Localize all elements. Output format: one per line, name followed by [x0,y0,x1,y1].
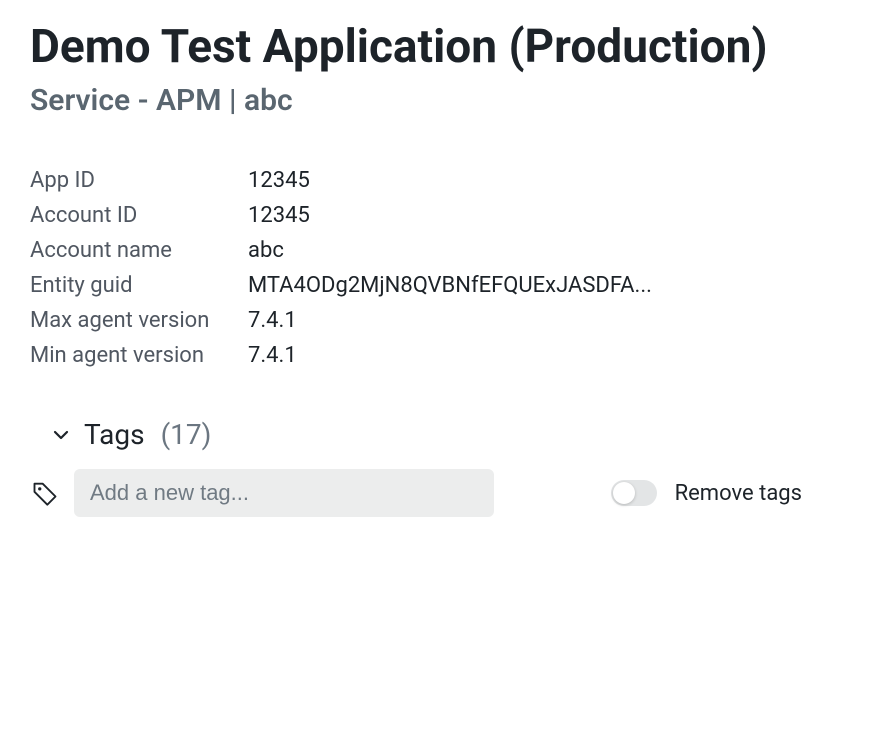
remove-tags-group: Remove tags [611,480,842,506]
meta-row-account-name: Account name abc [30,238,842,263]
meta-value: 12345 [248,203,310,228]
meta-row-entity-guid: Entity guid MTA4ODg2MjN8QVBNfEFQUExJASDF… [30,273,842,298]
toggle-knob [613,482,635,504]
meta-value: 7.4.1 [248,308,297,333]
tags-section: Tags (17) Remove tags [30,418,842,517]
meta-row-app-id: App ID 12345 [30,168,842,193]
meta-label: App ID [30,168,248,193]
tags-header[interactable]: Tags (17) [30,418,842,451]
meta-value: 7.4.1 [248,343,297,368]
metadata-section: App ID 12345 Account ID 12345 Account na… [30,168,842,368]
tags-label: Tags [84,418,145,451]
meta-row-max-agent: Max agent version 7.4.1 [30,308,842,333]
meta-label: Entity guid [30,273,248,298]
meta-row-min-agent: Min agent version 7.4.1 [30,343,842,368]
page-subtitle: Service - APM | abc [30,83,842,118]
remove-tags-toggle[interactable] [611,480,657,506]
tags-count: (17) [161,418,212,451]
meta-label: Min agent version [30,343,248,368]
remove-tags-label: Remove tags [675,481,802,506]
meta-label: Max agent version [30,308,248,333]
add-tag-input[interactable] [74,469,494,517]
tags-row: Remove tags [30,469,842,517]
meta-value: abc [248,238,284,263]
page-title: Demo Test Application (Production) [30,20,842,75]
meta-row-account-id: Account ID 12345 [30,203,842,228]
tag-icon [30,478,60,508]
meta-label: Account ID [30,203,248,228]
meta-value: MTA4ODg2MjN8QVBNfEFQUExJASDFA... [248,273,652,298]
meta-value: 12345 [248,168,310,193]
meta-label: Account name [30,238,248,263]
chevron-down-icon [50,424,72,446]
